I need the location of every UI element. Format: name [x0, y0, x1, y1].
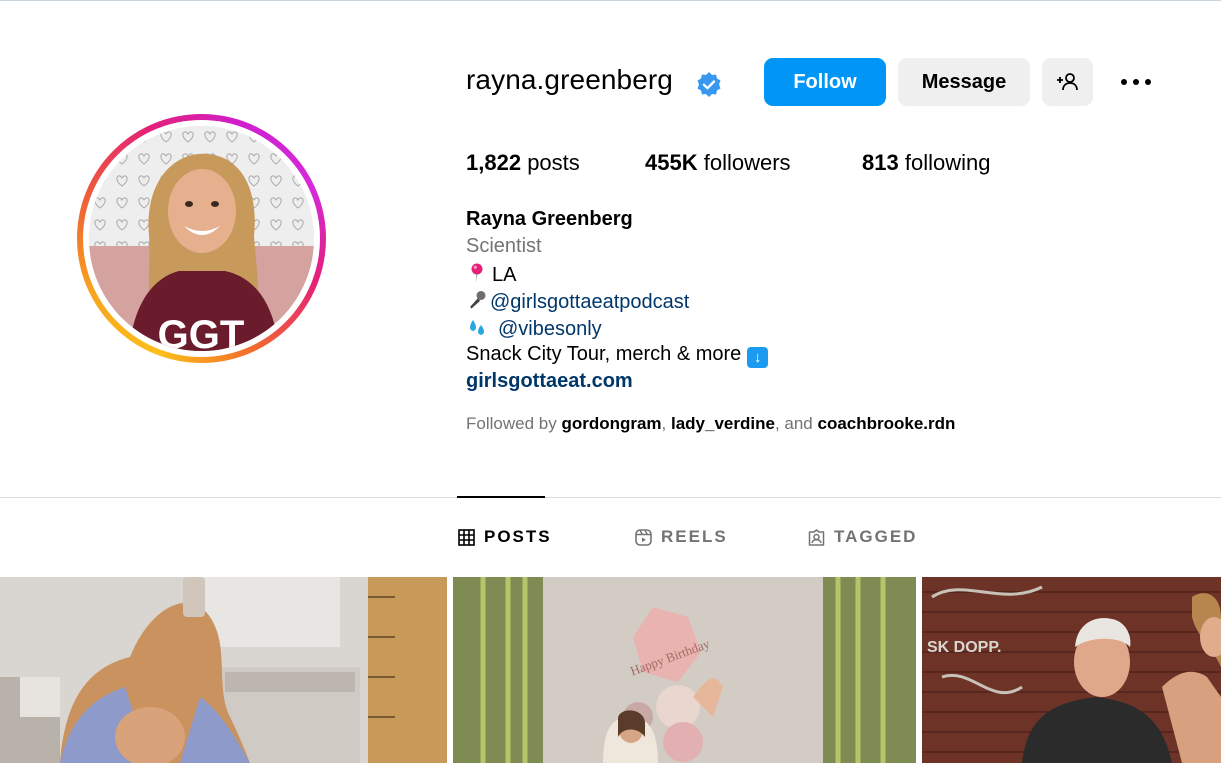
category-label: Scientist [466, 235, 542, 257]
verified-badge-icon [697, 72, 721, 97]
post-image: SK DOPP. [922, 577, 1221, 763]
followed-by[interactable]: Followed by gordongram, lady_verdine, an… [466, 414, 955, 434]
podcast-handle-link[interactable]: @girlsgottaeatpodcast [490, 291, 689, 313]
microphone-icon [470, 291, 486, 309]
bio-podcast: @girlsgottaeatpodcast [466, 289, 689, 314]
separator: , [661, 414, 671, 433]
pin-icon [471, 263, 483, 283]
more-dot-icon [1133, 79, 1139, 85]
follow-button[interactable]: Follow [764, 58, 886, 106]
post-thumbnail[interactable]: Happy Birthday [453, 577, 916, 763]
reels-icon [635, 528, 652, 546]
follower-username[interactable]: coachbrooke.rdn [818, 414, 956, 433]
tab-tagged-label: TAGGED [834, 527, 918, 546]
tabs-divider [0, 497, 1221, 498]
full-name: Rayna Greenberg [466, 208, 633, 230]
active-tab-indicator [457, 496, 545, 498]
location-text: LA [492, 264, 517, 286]
follower-username[interactable]: lady_verdine [671, 414, 775, 433]
avatar-frame: GGT [83, 120, 320, 357]
more-dot-icon [1145, 79, 1151, 85]
tab-posts[interactable]: POSTS [458, 527, 552, 547]
avatar[interactable]: GGT [89, 126, 314, 351]
post-thumbnail[interactable]: SK DOPP. [922, 577, 1221, 763]
tab-posts-label: POSTS [484, 527, 552, 546]
down-arrow-icon: ↓ [747, 347, 769, 368]
more-dot-icon [1121, 79, 1127, 85]
followers-count: 455K [645, 150, 698, 175]
add-user-icon [1056, 73, 1078, 91]
website-link[interactable]: girlsgottaeat.com [466, 370, 633, 393]
posts-count: 1,822 [466, 150, 522, 175]
username: rayna.greenberg [466, 64, 673, 95]
message-button[interactable]: Message [898, 58, 1030, 106]
following-label: following [904, 150, 991, 175]
bio-tour: Snack City Tour, merch & more ↓ [466, 343, 769, 368]
suggest-users-button[interactable] [1042, 58, 1093, 106]
bio-second-handle: @vibesonly [466, 316, 602, 341]
following-count: 813 [862, 150, 899, 175]
post-image [0, 577, 447, 763]
post-thumbnail[interactable] [0, 577, 447, 763]
followers-stat[interactable]: 455K followers [645, 150, 791, 176]
tab-tagged[interactable]: TAGGED [808, 527, 917, 547]
following-stat[interactable]: 813 following [862, 150, 990, 176]
shirt-lettering: GGT [158, 313, 245, 351]
tab-reels[interactable]: REELS [635, 527, 728, 547]
sweat-droplets-icon [470, 320, 484, 335]
tagged-icon [808, 528, 825, 546]
posts-label: posts [527, 150, 580, 175]
more-options-button[interactable] [1117, 66, 1155, 98]
tab-reels-label: REELS [661, 527, 728, 546]
separator: , and [774, 414, 818, 433]
post-image: Happy Birthday [453, 577, 916, 763]
follower-username[interactable]: gordongram [561, 414, 661, 433]
avatar-image: GGT [89, 126, 314, 351]
svg-text:SK DOPP.: SK DOPP. [927, 639, 1001, 656]
tour-text: Snack City Tour, merch & more [466, 343, 742, 365]
posts-stat: 1,822 posts [466, 150, 580, 176]
followed-by-prefix: Followed by [466, 414, 562, 433]
followers-label: followers [703, 150, 791, 175]
bio-location: LA [466, 262, 516, 287]
vibesonly-handle-link[interactable]: @vibesonly [498, 318, 602, 340]
top-border [0, 0, 1221, 1]
grid-icon [458, 528, 475, 546]
story-ring[interactable]: GGT [77, 114, 326, 363]
